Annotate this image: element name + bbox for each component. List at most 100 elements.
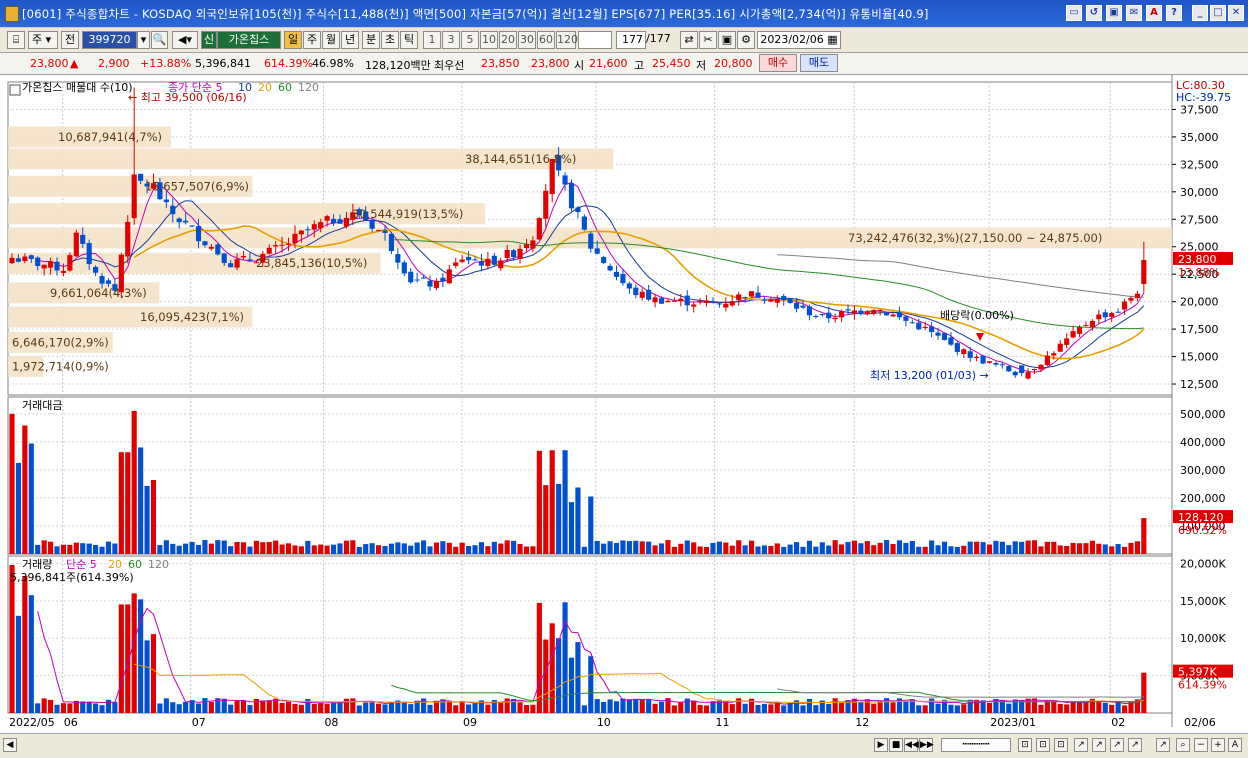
stock-code-input[interactable]: 399720 (82, 31, 137, 49)
amount-bar (916, 546, 922, 554)
price-tick-label: 30,000 (1180, 186, 1219, 199)
amount-bar (658, 543, 665, 554)
candle-body (761, 299, 767, 301)
market-select[interactable]: 주 ▾ (28, 31, 58, 49)
draw-icon-4[interactable]: ↗ (1128, 738, 1142, 752)
draw-icon-2[interactable]: ↗ (1092, 738, 1106, 752)
candle-body (1096, 314, 1102, 320)
interval-10[interactable]: 10 (480, 31, 498, 49)
amount-bar (504, 540, 510, 554)
tab-year[interactable]: 년 (341, 31, 359, 49)
draw-icon-5[interactable]: ↗ (1156, 738, 1170, 752)
maximize-button[interactable]: □ (1210, 5, 1226, 21)
all-button[interactable]: 전 (61, 31, 79, 49)
close-button[interactable]: ✕ (1228, 5, 1244, 21)
price-change: 2,900 (98, 57, 130, 70)
magnify-icon[interactable]: ⌕ (1176, 738, 1190, 752)
amount-bar (9, 413, 15, 554)
tab-month[interactable]: 월 (322, 31, 340, 49)
stock-name[interactable]: 가온칩스 (217, 31, 281, 49)
gear-icon[interactable]: ⚙ (737, 31, 755, 49)
candle-body (1019, 365, 1025, 374)
interval-30[interactable]: 30 (518, 31, 536, 49)
screen-icon[interactable]: ▣ (1106, 5, 1122, 21)
zoom-out-icon[interactable]: − (1194, 738, 1208, 752)
volume-profile-label: 10,687,941(4,7%) (58, 130, 162, 144)
font-icon[interactable]: A (1146, 5, 1162, 21)
date-input[interactable]: 2023/02/06 ▦ (757, 31, 841, 49)
volume-bar (93, 703, 99, 713)
interval-20[interactable]: 20 (499, 31, 517, 49)
zoom-in-icon[interactable]: + (1211, 738, 1225, 752)
candle-body (208, 246, 214, 249)
interval-60[interactable]: 60 (537, 31, 555, 49)
draw-icon-1[interactable]: ↗ (1074, 738, 1088, 752)
stop-icon[interactable]: ■ (889, 738, 903, 752)
pin-icon[interactable]: ⌸ (7, 31, 25, 49)
zoom-slider[interactable]: ┅┅┅┅┅ (941, 738, 1011, 752)
volume-bar (131, 593, 137, 713)
play-icon[interactable]: ▶ (874, 738, 888, 752)
view-icon-2[interactable]: ⊡ (1036, 738, 1050, 752)
amount-tick-label: 200,000 (1180, 492, 1226, 505)
candle-body (819, 313, 825, 315)
interval-5[interactable]: 5 (461, 31, 479, 49)
code-dropdown-icon[interactable]: ▾ (137, 31, 150, 49)
amount-bar (15, 462, 22, 554)
stock-chart[interactable]: 2022/05 06 07 08 09 10 11 12 2023/01 02 02/06 37,50… (0, 75, 1248, 739)
help-icon[interactable]: ? (1166, 5, 1182, 21)
price-tick-label: 37,500 (1180, 103, 1219, 116)
rewind-icon[interactable]: ◀◀ (904, 738, 919, 752)
tools-icon[interactable]: ✂ (699, 31, 717, 49)
interval-120[interactable]: 120 (556, 31, 578, 49)
amount-bar (646, 541, 652, 554)
tab-week[interactable]: 주 (303, 31, 321, 49)
volume-bar (568, 657, 575, 713)
zoom-icon[interactable]: ⇄ (680, 31, 698, 49)
amount-bar (80, 543, 86, 554)
volume-last-info: 5,396,841주(614.39%) (10, 571, 134, 584)
amount-bar (498, 543, 504, 554)
candle-body (1115, 311, 1121, 313)
volume-bar (787, 702, 793, 713)
volume-bar (459, 700, 465, 713)
volume-bar (67, 703, 73, 713)
mail-icon[interactable]: ✉ (1126, 5, 1142, 21)
volume-profile-label: 30,544,919(13,5%) (352, 207, 463, 221)
tab-second[interactable]: 초 (381, 31, 399, 49)
x-axis-label: 09 (463, 716, 477, 729)
candle-body (298, 230, 304, 235)
draw-icon-3[interactable]: ↗ (1110, 738, 1124, 752)
amount-bar (794, 542, 800, 554)
amount-bar (678, 543, 684, 554)
save-icon[interactable]: ▣ (718, 31, 736, 49)
tab-tick[interactable]: 틱 (400, 31, 418, 49)
scroll-left-icon[interactable]: ◀ (3, 738, 17, 752)
interval-1[interactable]: 1 (423, 31, 441, 49)
search-icon[interactable]: 🔍 (151, 31, 168, 49)
candle-body (594, 248, 600, 254)
view-icon-3[interactable]: ⊡ (1054, 738, 1068, 752)
link-icon[interactable]: ▭ (1066, 5, 1082, 21)
candle-body (86, 243, 92, 265)
refresh-icon[interactable]: ↺ (1086, 5, 1102, 21)
amount-bar (215, 540, 221, 554)
interval-3[interactable]: 3 (442, 31, 460, 49)
tab-day[interactable]: 일 (284, 31, 302, 49)
custom-interval-input[interactable] (578, 31, 612, 49)
buy-button[interactable]: 매수 (759, 54, 797, 72)
chart-area[interactable]: 2022/05 06 07 08 09 10 11 12 2023/01 02 02/06 37,50… (0, 75, 1248, 739)
best-bid: 23,800 (531, 57, 570, 70)
speaker-icon[interactable]: ◀▾ (172, 31, 198, 49)
sell-button[interactable]: 매도 (800, 54, 838, 72)
tab-minute[interactable]: 분 (362, 31, 380, 49)
forward-icon[interactable]: ▶▶ (919, 738, 934, 752)
view-icon-1[interactable]: ⊡ (1018, 738, 1032, 752)
bottom-scrollbar[interactable]: ◀ ▶ ■ ◀◀ ▶▶ ┅┅┅┅┅ ⊡ ⊡ ⊡ ↗ ↗ ↗ ↗ ↗ ⌕ − + … (0, 733, 1248, 758)
count-input[interactable]: 177 (616, 31, 646, 49)
volume-bar (279, 702, 285, 713)
low-price: 20,800 (714, 57, 753, 70)
amount-bar (73, 542, 79, 554)
font-size-icon[interactable]: A (1228, 738, 1242, 752)
minimize-button[interactable]: _ (1192, 5, 1208, 21)
